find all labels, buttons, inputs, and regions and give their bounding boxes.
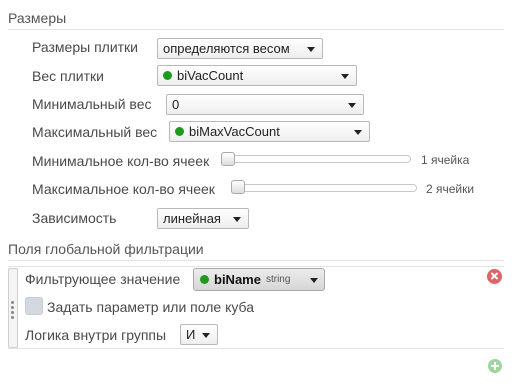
dependency-select[interactable]: линейная: [157, 208, 249, 229]
max-cells-slider-handle[interactable]: [231, 180, 245, 194]
min-weight-value: 0: [172, 97, 180, 112]
filters-section-divider: [8, 260, 504, 261]
param-checkbox[interactable]: [25, 297, 43, 315]
filters-section-title: Поля глобальной фильтрации: [8, 241, 204, 257]
filter-field-select[interactable]: biName string: [193, 268, 325, 291]
add-icon[interactable]: [488, 359, 502, 373]
min-cells-slider-handle[interactable]: [221, 152, 235, 166]
min-weight-select[interactable]: 0: [166, 94, 364, 115]
dependency-value: линейная: [163, 211, 221, 226]
field-dot-icon: [200, 275, 209, 284]
max-weight-select[interactable]: biMaxVacCount: [169, 121, 370, 142]
tile-size-select[interactable]: определяются весом: [157, 38, 323, 59]
chevron-down-icon: [341, 74, 349, 79]
chevron-down-icon: [307, 47, 315, 52]
param-checkbox-label: Задать параметр или поле куба: [47, 299, 254, 315]
max-cells-slider[interactable]: [231, 184, 417, 192]
tile-weight-label: Вес плитки: [32, 68, 104, 84]
min-cells-slider[interactable]: [221, 155, 411, 163]
chevron-down-icon: [348, 103, 356, 108]
chevron-down-icon: [202, 333, 210, 338]
field-dot-icon: [163, 71, 172, 80]
field-dot-icon: [175, 127, 184, 136]
group-logic-select[interactable]: И: [180, 324, 218, 345]
filter-value-label: Фильтрующее значение: [25, 271, 181, 287]
sizes-section-title: Размеры: [8, 10, 67, 26]
remove-icon[interactable]: [487, 269, 502, 284]
min-weight-label: Минимальный вес: [32, 96, 152, 112]
sizes-section-divider: [8, 29, 504, 30]
drag-handle-icon[interactable]: [8, 268, 18, 348]
filter-field-name: biName: [214, 272, 261, 287]
chevron-down-icon: [354, 130, 362, 135]
tile-weight-select[interactable]: biVacCount: [157, 65, 357, 86]
tile-size-value: определяются весом: [163, 41, 290, 56]
max-weight-value: biMaxVacCount: [189, 124, 280, 139]
tile-size-label: Размеры плитки: [32, 39, 138, 55]
dependency-label: Зависимость: [32, 210, 117, 226]
max-cells-label: Максимальное кол-во ячеек: [32, 181, 215, 197]
group-logic-value: И: [186, 327, 196, 342]
chevron-down-icon: [233, 217, 241, 222]
max-weight-label: Максимальный вес: [32, 124, 158, 140]
tile-weight-value: biVacCount: [177, 68, 244, 83]
group-logic-label: Логика внутри группы: [25, 327, 167, 343]
min-cells-label: Минимальное кол-во ячеек: [32, 153, 210, 169]
filter-field-type: string: [265, 274, 291, 285]
min-cells-value: 1 ячейка: [421, 153, 470, 167]
max-cells-value: 2 ячейки: [426, 182, 475, 196]
chevron-down-icon: [310, 278, 318, 283]
